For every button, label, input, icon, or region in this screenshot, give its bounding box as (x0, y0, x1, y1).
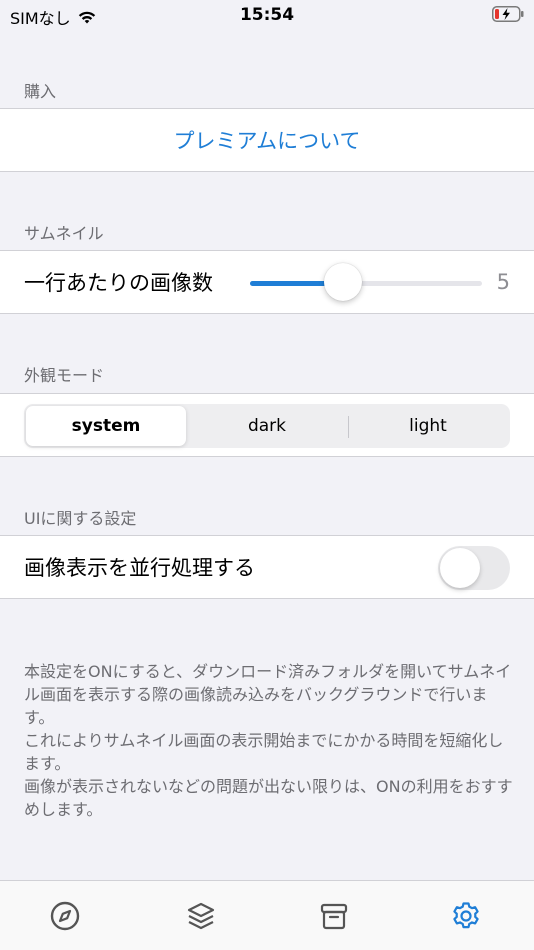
premium-info-link[interactable]: プレミアムについて (0, 109, 534, 171)
archive-box-icon[interactable] (317, 899, 351, 933)
slider-thumb[interactable] (323, 263, 362, 301)
section-header-appearance: 外観モード (24, 366, 105, 385)
section-header-thumbnail: サムネイル (24, 224, 104, 243)
toggle-knob (440, 548, 480, 588)
images-per-row-slider[interactable] (250, 281, 482, 286)
segment-system[interactable]: system (26, 406, 186, 446)
tab-bar (0, 880, 534, 950)
purchase-group: プレミアムについて (0, 108, 534, 172)
images-per-row-label: 一行あたりの画像数 (24, 271, 213, 295)
section-header-ui-settings: UIに関する設定 (24, 509, 137, 528)
segment-dark[interactable]: dark (187, 406, 347, 446)
parallel-processing-note: 本設定をONにすると、ダウンロード済みフォルダを開いてサムネイル画面を表示する際… (24, 662, 513, 819)
parallel-processing-toggle[interactable] (438, 546, 510, 590)
appearance-group: system dark light (0, 393, 534, 457)
ui-settings-group: 画像表示を並行処理する (0, 535, 534, 599)
parallel-processing-label: 画像表示を並行処理する (24, 556, 255, 580)
gear-icon[interactable] (449, 899, 483, 933)
layers-icon[interactable] (184, 899, 218, 933)
section-header-purchase: 購入 (24, 82, 57, 101)
segment-light[interactable]: light (348, 406, 508, 446)
battery-charging-icon (492, 6, 524, 22)
compass-icon[interactable] (48, 899, 82, 933)
settings-screen: SIMなし 15:54 購入 プレミアムについて サムネイル 一行あたりの画像数… (0, 0, 534, 950)
status-time: 15:54 (239, 5, 295, 25)
status-bar: SIMなし 15:54 (0, 0, 534, 30)
appearance-segmented-control: system dark light (24, 404, 510, 448)
images-per-row-value: 5 (496, 270, 510, 294)
thumbnail-group: 一行あたりの画像数 5 (0, 250, 534, 314)
